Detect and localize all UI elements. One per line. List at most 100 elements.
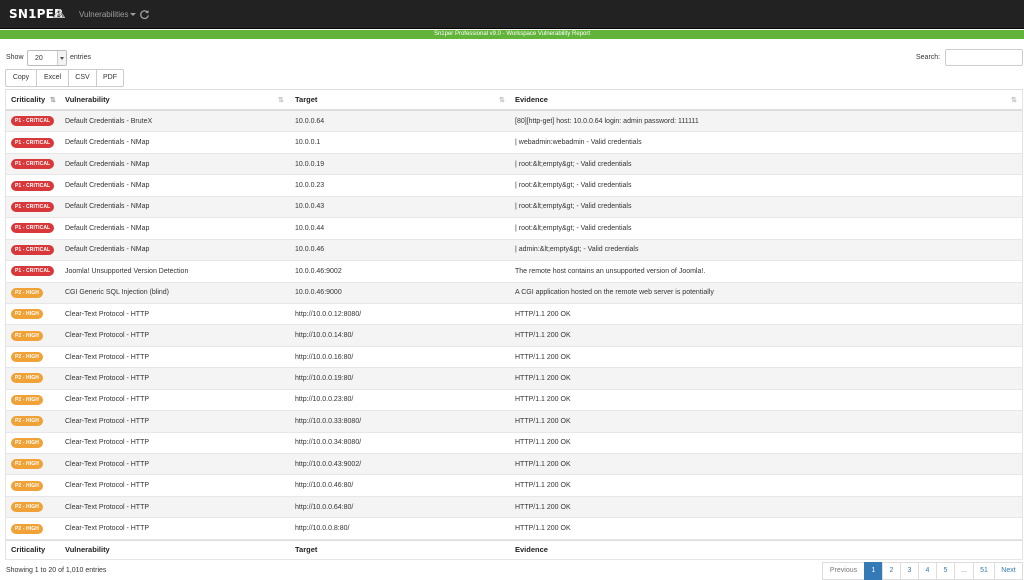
evidence-cell: HTTP/1.1 200 OK xyxy=(515,503,571,511)
column-header-criticality[interactable]: Criticality xyxy=(11,90,63,109)
column-header-target[interactable]: Target xyxy=(295,90,510,109)
vulnerability-cell: Clear-Text Protocol - HTTP xyxy=(65,503,150,511)
criticality-badge: P2 - HIGH xyxy=(11,480,43,491)
table-row: P2 - HIGH Clear-Text Protocol - HTTP http:… xyxy=(6,496,1022,519)
previous-page-button[interactable]: Previous xyxy=(822,562,865,580)
table-row: P2 - HIGH Clear-Text Protocol - HTTP http:… xyxy=(6,368,1022,390)
evidence-cell: HTTP/1.1 200 OK xyxy=(515,353,571,361)
evidence-cell: HTTP/1.1 200 OK xyxy=(515,374,571,382)
table-row: P1 - CRITICAL Default Credentials - NMap 1… xyxy=(6,153,1022,176)
criticality-cell: P2 - HIGH xyxy=(11,304,63,324)
column-footer-criticality: Criticality xyxy=(11,545,46,555)
criticality-badge: P1 - CRITICAL xyxy=(11,137,55,148)
criticality-badge: P2 - HIGH xyxy=(11,309,43,320)
page-button-51[interactable]: 51 xyxy=(973,562,995,580)
column-footer-target: Target xyxy=(295,545,318,555)
report-banner: Sn1per Professional v9.0 - Workspace Vul… xyxy=(0,30,1024,39)
vulnerability-table: Criticality ⇅ Vulnerability ⇅ Target ⇅ E… xyxy=(5,89,1023,560)
page-button-4[interactable]: 4 xyxy=(918,562,937,580)
column-header-label: Criticality xyxy=(11,95,46,104)
criticality-cell: P1 - CRITICAL xyxy=(11,218,63,238)
criticality-badge: P1 - CRITICAL xyxy=(11,244,55,255)
page-button-1[interactable]: 1 xyxy=(864,562,883,580)
criticality-cell: P2 - HIGH xyxy=(11,518,63,538)
sort-icon: ⇅ xyxy=(1011,97,1017,104)
criticality-badge: P1 - CRITICAL xyxy=(11,223,55,234)
next-page-button[interactable]: Next xyxy=(994,562,1023,580)
table-row: P2 - HIGH Clear-Text Protocol - HTTP http:… xyxy=(6,346,1022,369)
criticality-cell: P2 - HIGH xyxy=(11,411,63,431)
top-navbar: SN1PER Vulnerabilities xyxy=(0,0,1024,29)
target-cell: http://10.0.0.64:80/ xyxy=(295,503,354,511)
criticality-cell: P1 - CRITICAL xyxy=(11,261,63,281)
table-row: P2 - HIGH Clear-Text Protocol - HTTP http:… xyxy=(6,432,1022,454)
entries-length-select[interactable]: 20 xyxy=(27,50,67,66)
evidence-cell: | root:&lt;empty&gt; - Valid credentials xyxy=(515,160,632,168)
evidence-cell: HTTP/1.1 200 OK xyxy=(515,417,571,425)
criticality-badge: P2 - HIGH xyxy=(11,437,43,448)
page-button-3[interactable]: 3 xyxy=(900,562,919,580)
excel-button[interactable]: Excel xyxy=(36,69,69,87)
target-cell: 10.0.0.19 xyxy=(295,160,325,168)
vulnerability-cell: Default Credentials - NMap xyxy=(65,182,150,190)
search-label: Search: xyxy=(916,54,941,61)
evidence-cell: HTTP/1.1 200 OK xyxy=(515,460,571,468)
vulnerability-cell: Default Credentials - NMap xyxy=(65,139,150,147)
table-row: P1 - CRITICAL Joomla! Unsupported Version… xyxy=(6,261,1022,283)
evidence-cell: HTTP/1.1 200 OK xyxy=(515,396,571,404)
column-header-evidence[interactable]: Evidence xyxy=(515,90,1015,109)
target-cell: http://10.0.0.14:80/ xyxy=(295,332,354,340)
vulnerability-cell: Default Credentials - BruteX xyxy=(65,117,153,125)
table-row: P2 - HIGH Clear-Text Protocol - HTTP http:… xyxy=(6,475,1022,497)
table-body: P1 - CRITICAL Default Credentials - Brute… xyxy=(6,111,1022,540)
table-row: P1 - CRITICAL Default Credentials - Brute… xyxy=(6,111,1022,133)
vulnerability-cell: Clear-Text Protocol - HTTP xyxy=(65,353,150,361)
criticality-badge: P1 - CRITICAL xyxy=(11,180,55,191)
target-cell: 10.0.0.1 xyxy=(295,139,321,147)
table-row: P1 - CRITICAL Default Credentials - NMap 1… xyxy=(6,196,1022,219)
evidence-cell: | root:&lt;empty&gt; - Valid credentials xyxy=(515,182,632,190)
criticality-cell: P2 - HIGH xyxy=(11,454,63,474)
table-row: P2 - HIGH CGI Generic SQL Injection (blin… xyxy=(6,282,1022,304)
pagination-ellipsis[interactable]: ... xyxy=(954,562,974,580)
target-cell: 10.0.0.46:9000 xyxy=(295,289,342,297)
copy-button[interactable]: Copy xyxy=(5,69,37,87)
search-input[interactable] xyxy=(945,49,1023,66)
column-header-vulnerability[interactable]: Vulnerability xyxy=(65,90,291,109)
column-header-label: Target xyxy=(295,95,318,104)
criticality-badge: P1 - CRITICAL xyxy=(11,116,55,127)
criticality-badge: P2 - HIGH xyxy=(11,330,43,341)
csv-button[interactable]: CSV xyxy=(68,69,97,87)
vulnerability-cell: Clear-Text Protocol - HTTP xyxy=(65,310,150,318)
criticality-cell: P1 - CRITICAL xyxy=(11,111,63,131)
criticality-cell: P1 - CRITICAL xyxy=(11,154,63,174)
evidence-cell: HTTP/1.1 200 OK xyxy=(515,310,571,318)
target-cell: 10.0.0.43 xyxy=(295,203,325,211)
column-footer-evidence: Evidence xyxy=(515,545,548,555)
table-row: P1 - CRITICAL Default Credentials - NMap 1… xyxy=(6,239,1022,262)
table-row: P2 - HIGH Clear-Text Protocol - HTTP http:… xyxy=(6,325,1022,347)
table-row: P2 - HIGH Clear-Text Protocol - HTTP http:… xyxy=(6,389,1022,412)
criticality-cell: P2 - HIGH xyxy=(11,497,63,517)
column-footer-vulnerability: Vulnerability xyxy=(65,545,110,555)
vulnerability-cell: Clear-Text Protocol - HTTP xyxy=(65,439,150,447)
criticality-badge: P2 - HIGH xyxy=(11,459,43,470)
refresh-icon[interactable] xyxy=(139,9,150,20)
vulnerability-cell: Default Credentials - NMap xyxy=(65,160,150,168)
sort-icon: ⇅ xyxy=(278,97,284,104)
triangle-logo-icon xyxy=(53,9,65,18)
criticality-cell: P2 - HIGH xyxy=(11,347,63,367)
target-cell: 10.0.0.23 xyxy=(295,182,325,190)
criticality-badge: P2 - HIGH xyxy=(11,373,43,384)
vulnerabilities-menu[interactable]: Vulnerabilities xyxy=(79,10,136,19)
target-cell: http://10.0.0.46:80/ xyxy=(295,482,354,490)
export-button-group: Copy Excel CSV PDF xyxy=(5,69,124,87)
caret-down-icon xyxy=(129,13,136,17)
table-row: P2 - HIGH Clear-Text Protocol - HTTP http:… xyxy=(6,454,1022,476)
column-header-label: Evidence xyxy=(515,95,548,104)
vulnerability-cell: Clear-Text Protocol - HTTP xyxy=(65,525,150,533)
criticality-cell: P2 - HIGH xyxy=(11,325,63,345)
page-button-5[interactable]: 5 xyxy=(936,562,955,580)
page-button-2[interactable]: 2 xyxy=(882,562,901,580)
pdf-button[interactable]: PDF xyxy=(96,69,124,87)
